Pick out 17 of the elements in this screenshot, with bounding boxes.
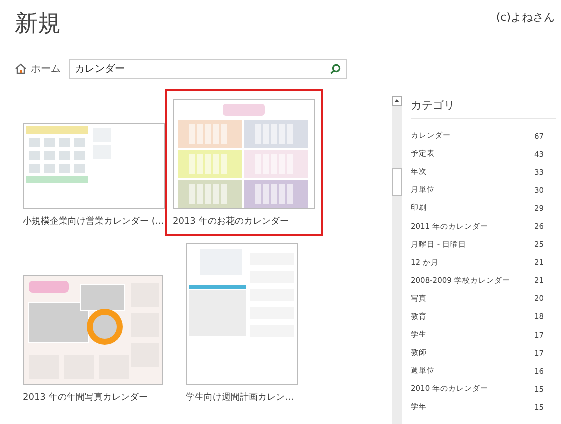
template-card[interactable]: 学生向け週間計画カレン… (178, 233, 306, 412)
home-icon (15, 63, 27, 75)
template-title[interactable]: 2013 年の年間写真カレンダー (23, 391, 163, 404)
template-title[interactable]: 2013 年のお花のカレンダー (173, 215, 315, 228)
template-title[interactable]: 学生向け週間計画カレン… (186, 391, 298, 404)
template-title[interactable]: 小規模企業向け営業カレンダー (… (23, 215, 165, 228)
category-heading: カテゴリ (411, 96, 556, 119)
scrollbar[interactable] (392, 96, 402, 424)
page-title: 新規 (15, 10, 62, 39)
template-card[interactable]: 2013 年のお花のカレンダー (165, 89, 323, 236)
scroll-thumb[interactable] (392, 168, 402, 196)
scroll-up-icon[interactable] (392, 96, 402, 106)
search-field[interactable]: カレンダー (69, 59, 347, 79)
home-link[interactable]: ホーム (15, 62, 61, 76)
credit-text: (c)よねさん (496, 10, 555, 25)
search-icon[interactable] (330, 64, 341, 75)
template-card[interactable]: 2013 年の年間写真カレンダー (15, 265, 171, 412)
